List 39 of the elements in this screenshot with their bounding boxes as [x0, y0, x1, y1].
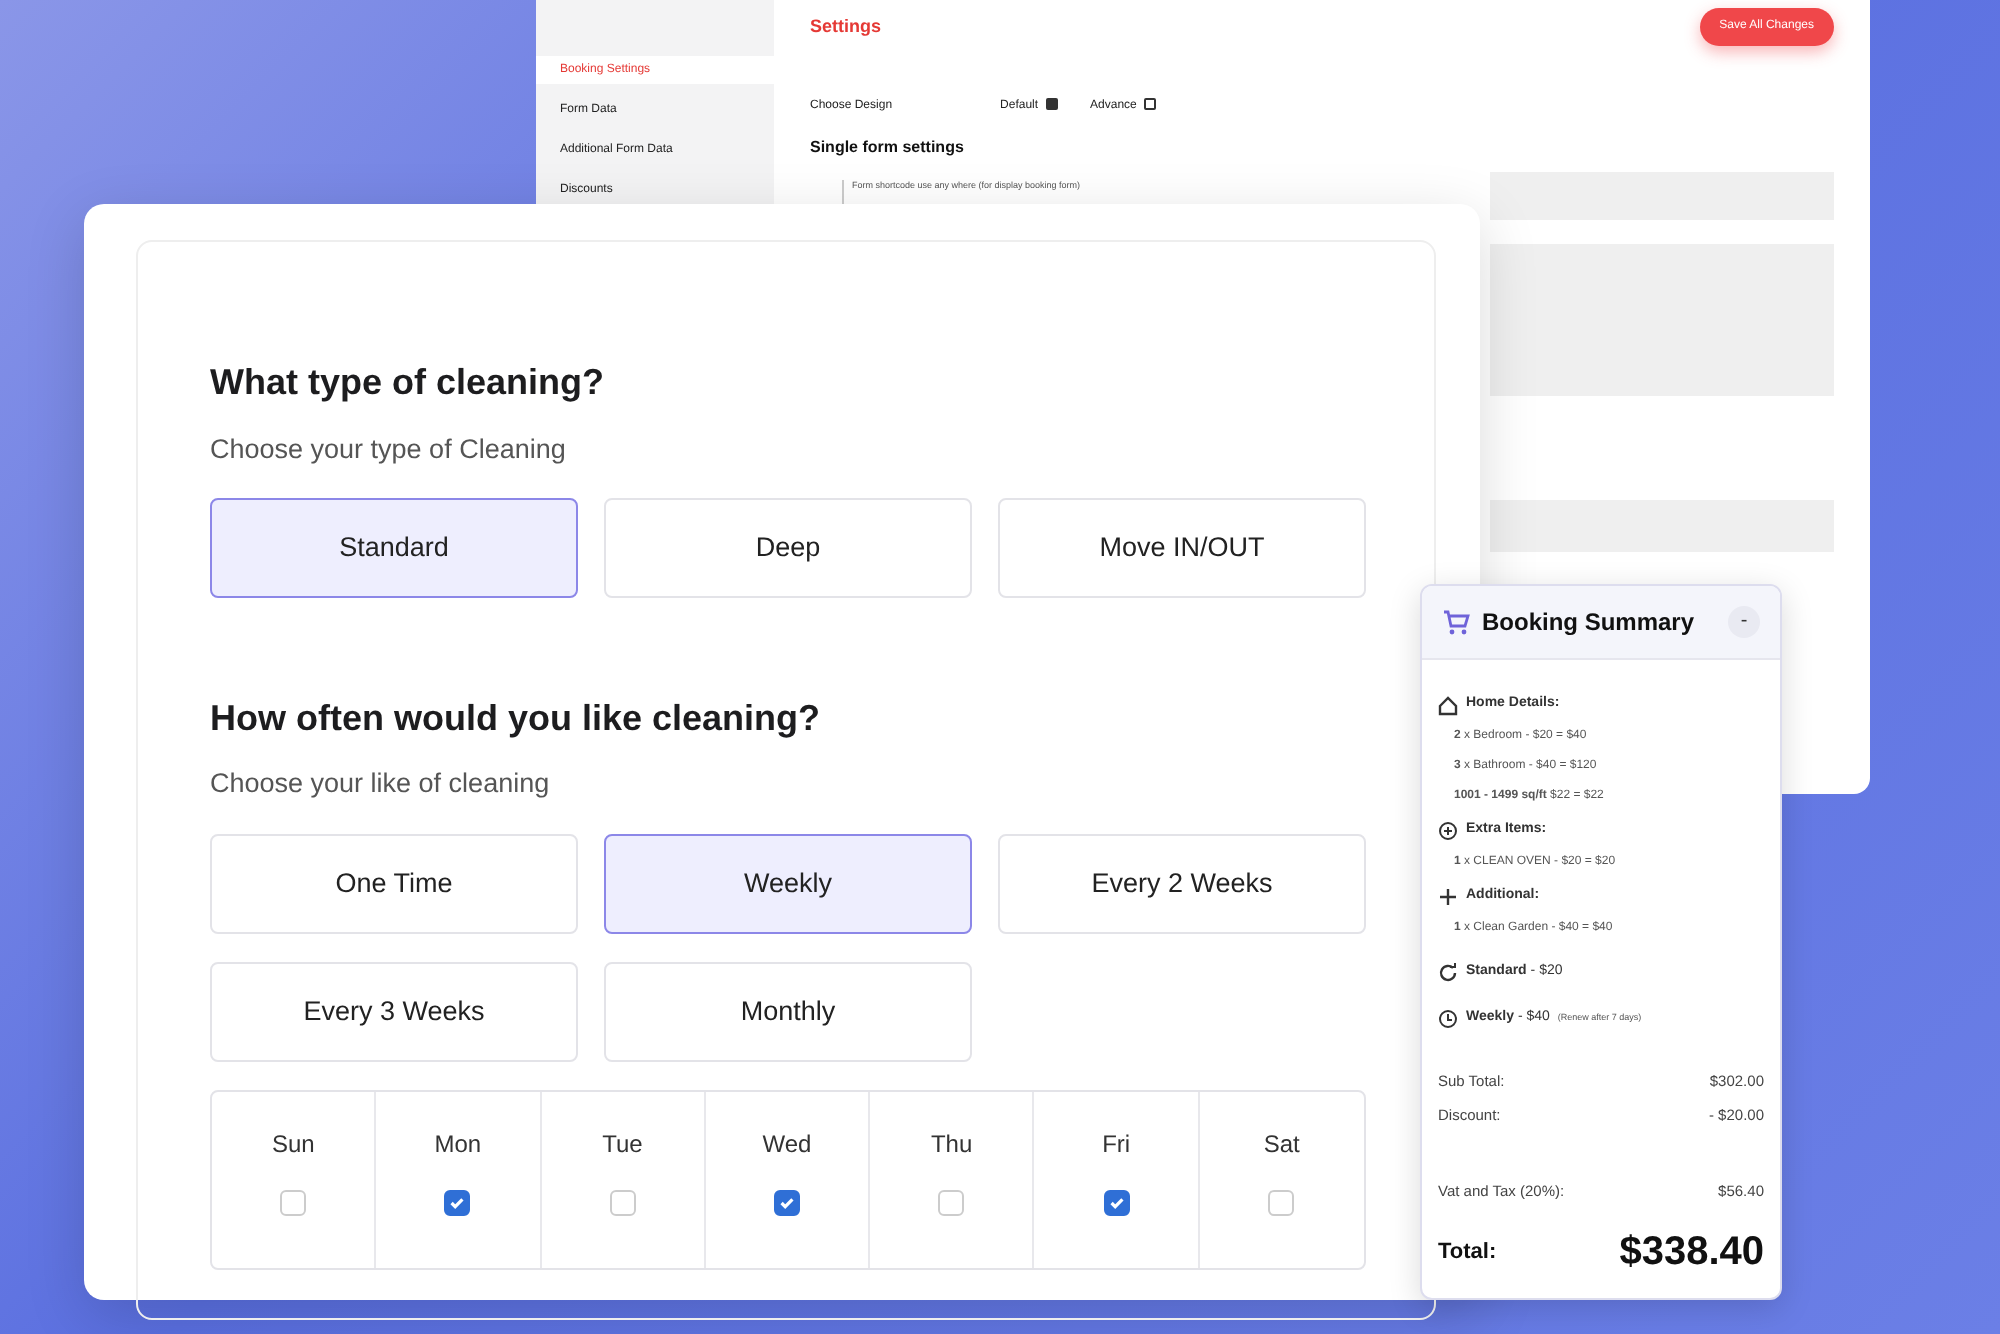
day-label: Sun: [271, 1127, 315, 1162]
question-title: How often would you like cleaning?: [210, 697, 823, 741]
plus-circle-icon: [1438, 820, 1458, 842]
checkbox[interactable]: [773, 1189, 800, 1216]
page-title: Settings: [810, 13, 882, 40]
total-amount: $338.40: [1619, 1227, 1764, 1278]
section-title: Single form settings: [810, 136, 966, 160]
plus-icon: [1438, 886, 1458, 908]
refresh-icon: [1438, 962, 1458, 984]
home-icon: [1438, 694, 1458, 716]
total-label: Total:: [1438, 1237, 1497, 1267]
question-title: What type of cleaning?: [210, 362, 607, 406]
question-subtitle: Choose your like of cleaning: [210, 766, 552, 803]
option-button[interactable]: One Time: [210, 833, 578, 934]
check-icon: [1107, 1193, 1126, 1212]
option-button[interactable]: Move IN/OUT: [998, 497, 1366, 598]
checkbox[interactable]: [1103, 1189, 1130, 1216]
day-label: Tue: [602, 1127, 643, 1162]
checkbox[interactable]: [444, 1189, 471, 1216]
option-button[interactable]: Deep: [604, 497, 972, 598]
check-icon: [448, 1193, 467, 1212]
option-button[interactable]: Standard: [210, 497, 578, 598]
day-label: Mon: [434, 1127, 482, 1162]
question-subtitle: Choose your type of Cleaning: [210, 431, 568, 468]
day-label: Sat: [1263, 1127, 1300, 1162]
cart-icon: [1442, 609, 1470, 635]
option-button[interactable]: Every 2 Weeks: [998, 833, 1366, 934]
checkbox[interactable]: [1144, 98, 1157, 110]
check-icon: [777, 1193, 796, 1212]
option-button[interactable]: Monthly: [604, 961, 972, 1062]
summary-title: Booking Summary: [1482, 606, 1695, 640]
day-label: Thu: [930, 1127, 973, 1162]
day-label: Fri: [1102, 1127, 1131, 1162]
option-button[interactable]: Weekly: [604, 833, 972, 934]
collapse-button[interactable]: -: [1728, 606, 1760, 638]
option-button[interactable]: Every 3 Weeks: [210, 961, 578, 1062]
checkbox[interactable]: [1046, 98, 1059, 110]
day-label: Wed: [762, 1127, 812, 1162]
clock-icon: [1438, 1008, 1458, 1030]
